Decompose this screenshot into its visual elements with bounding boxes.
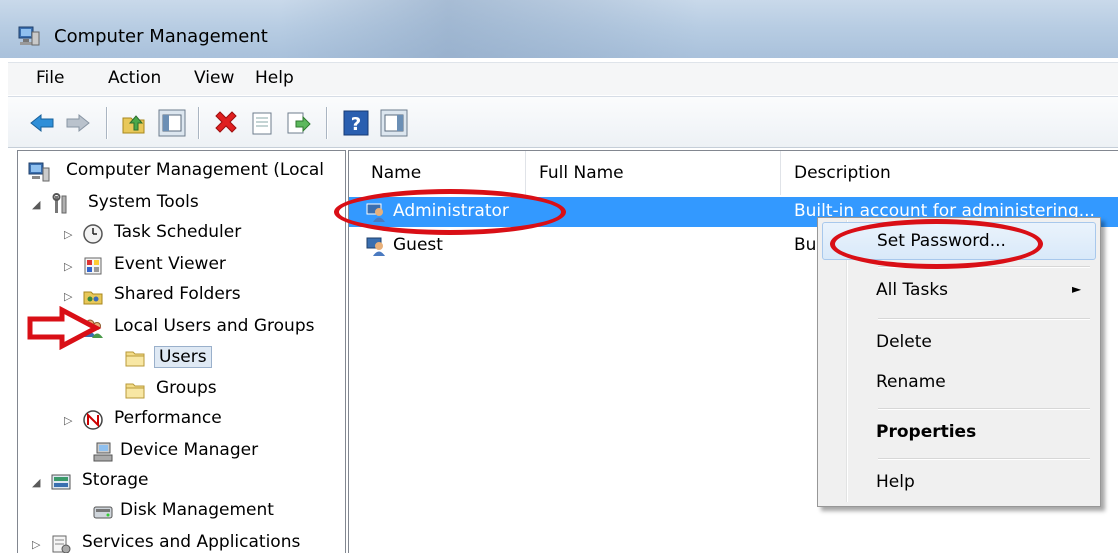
storage-icon (51, 474, 71, 490)
tree-item-label: Device Manager (120, 440, 259, 460)
clock-icon (83, 224, 103, 244)
tree-item-label: Services and Applications (82, 532, 301, 552)
expand-arrow-icon[interactable]: ▷ (64, 260, 72, 273)
menu-help[interactable]: Help (255, 68, 294, 88)
expand-arrow-icon[interactable]: ▷ (32, 538, 40, 551)
disk-icon (93, 506, 113, 519)
context-item-delete[interactable]: Delete (822, 324, 1094, 360)
collapse-arrow-icon[interactable]: ◢ (32, 198, 40, 211)
menu-file[interactable]: File (36, 68, 64, 88)
back-icon[interactable] (28, 109, 56, 137)
event-viewer-icon (84, 257, 102, 275)
toolbar-separator (106, 107, 108, 139)
services-icon (52, 535, 71, 553)
show-hide-console-tree-icon[interactable] (158, 109, 186, 137)
up-folder-icon[interactable] (120, 109, 148, 137)
delete-icon[interactable] (212, 109, 240, 137)
expand-arrow-icon[interactable]: ▷ (64, 414, 72, 427)
menu-bar: File Action View Help (8, 62, 1118, 95)
menu-view[interactable]: View (194, 68, 234, 88)
context-item-label: Help (876, 472, 915, 492)
tree-item-label: Event Viewer (114, 254, 226, 274)
tree-item-label: Task Scheduler (114, 222, 242, 242)
context-item-rename[interactable]: Rename (822, 364, 1094, 400)
device-manager-icon (93, 442, 113, 462)
tree-item-label: Storage (82, 470, 149, 490)
computer-management-icon (28, 162, 50, 182)
tree-item-label: Local Users and Groups (114, 316, 315, 336)
context-menu-gutter (846, 220, 848, 502)
tree-item-label: System Tools (88, 192, 199, 212)
show-hide-action-pane-icon[interactable] (380, 109, 408, 137)
tree-item-label: Groups (156, 378, 217, 398)
svg-text:?: ? (351, 114, 361, 135)
context-item-label: Delete (876, 332, 932, 352)
context-menu-separator (878, 408, 1090, 410)
expand-arrow-icon[interactable]: ▷ (64, 228, 72, 241)
annotation-oval-set-password (830, 219, 1043, 269)
toolbar-separator (198, 107, 200, 139)
context-item-label: Properties (876, 422, 977, 442)
toolbar-separator (326, 107, 328, 139)
folder-icon (125, 383, 145, 399)
collapse-arrow-icon[interactable]: ◢ (32, 476, 40, 489)
shared-folders-icon (83, 291, 103, 305)
console-tree[interactable]: Computer Management (Local ◢ System Tool… (17, 150, 346, 553)
user-description: Bu (794, 235, 817, 255)
context-menu-separator (878, 458, 1090, 460)
export-list-icon[interactable] (284, 109, 312, 137)
help-icon[interactable]: ? (342, 109, 370, 137)
context-menu-separator (878, 318, 1090, 320)
annotation-arrow-icon (27, 306, 102, 350)
properties-icon[interactable] (248, 109, 276, 137)
column-header-name[interactable]: Name (371, 163, 421, 183)
tree-item-label: Users (154, 346, 212, 368)
toolbar: ? (8, 96, 1118, 148)
submenu-arrow-icon: ► (1072, 282, 1082, 296)
user-icon (366, 237, 385, 256)
context-item-label: All Tasks (876, 280, 949, 300)
context-item-all-tasks[interactable]: All Tasks ► (822, 272, 1094, 308)
expand-arrow-icon[interactable]: ▷ (64, 290, 72, 303)
tree-item-label: Computer Management (Local (66, 160, 324, 180)
forward-icon[interactable] (64, 109, 92, 137)
performance-icon (83, 410, 103, 430)
column-header-description[interactable]: Description (794, 163, 891, 183)
context-item-properties[interactable]: Properties (822, 414, 1094, 450)
column-header-full-name[interactable]: Full Name (539, 163, 624, 183)
tools-icon (52, 193, 67, 214)
column-divider[interactable] (780, 151, 781, 195)
annotation-oval-administrator (334, 189, 566, 235)
title-bar-glass (280, 0, 700, 58)
folder-icon (125, 351, 145, 367)
tree-item-label: Performance (114, 408, 222, 428)
context-item-label: Rename (876, 372, 946, 392)
column-divider[interactable] (525, 151, 526, 195)
computer-management-icon (18, 26, 40, 46)
title-bar[interactable]: Computer Management (0, 0, 1118, 58)
tree-item-label: Shared Folders (114, 284, 241, 304)
menu-action[interactable]: Action (108, 68, 161, 88)
context-item-help[interactable]: Help (822, 464, 1094, 500)
window-title: Computer Management (54, 26, 268, 47)
tree-item-label: Disk Management (120, 500, 274, 520)
user-name: Guest (393, 235, 443, 255)
